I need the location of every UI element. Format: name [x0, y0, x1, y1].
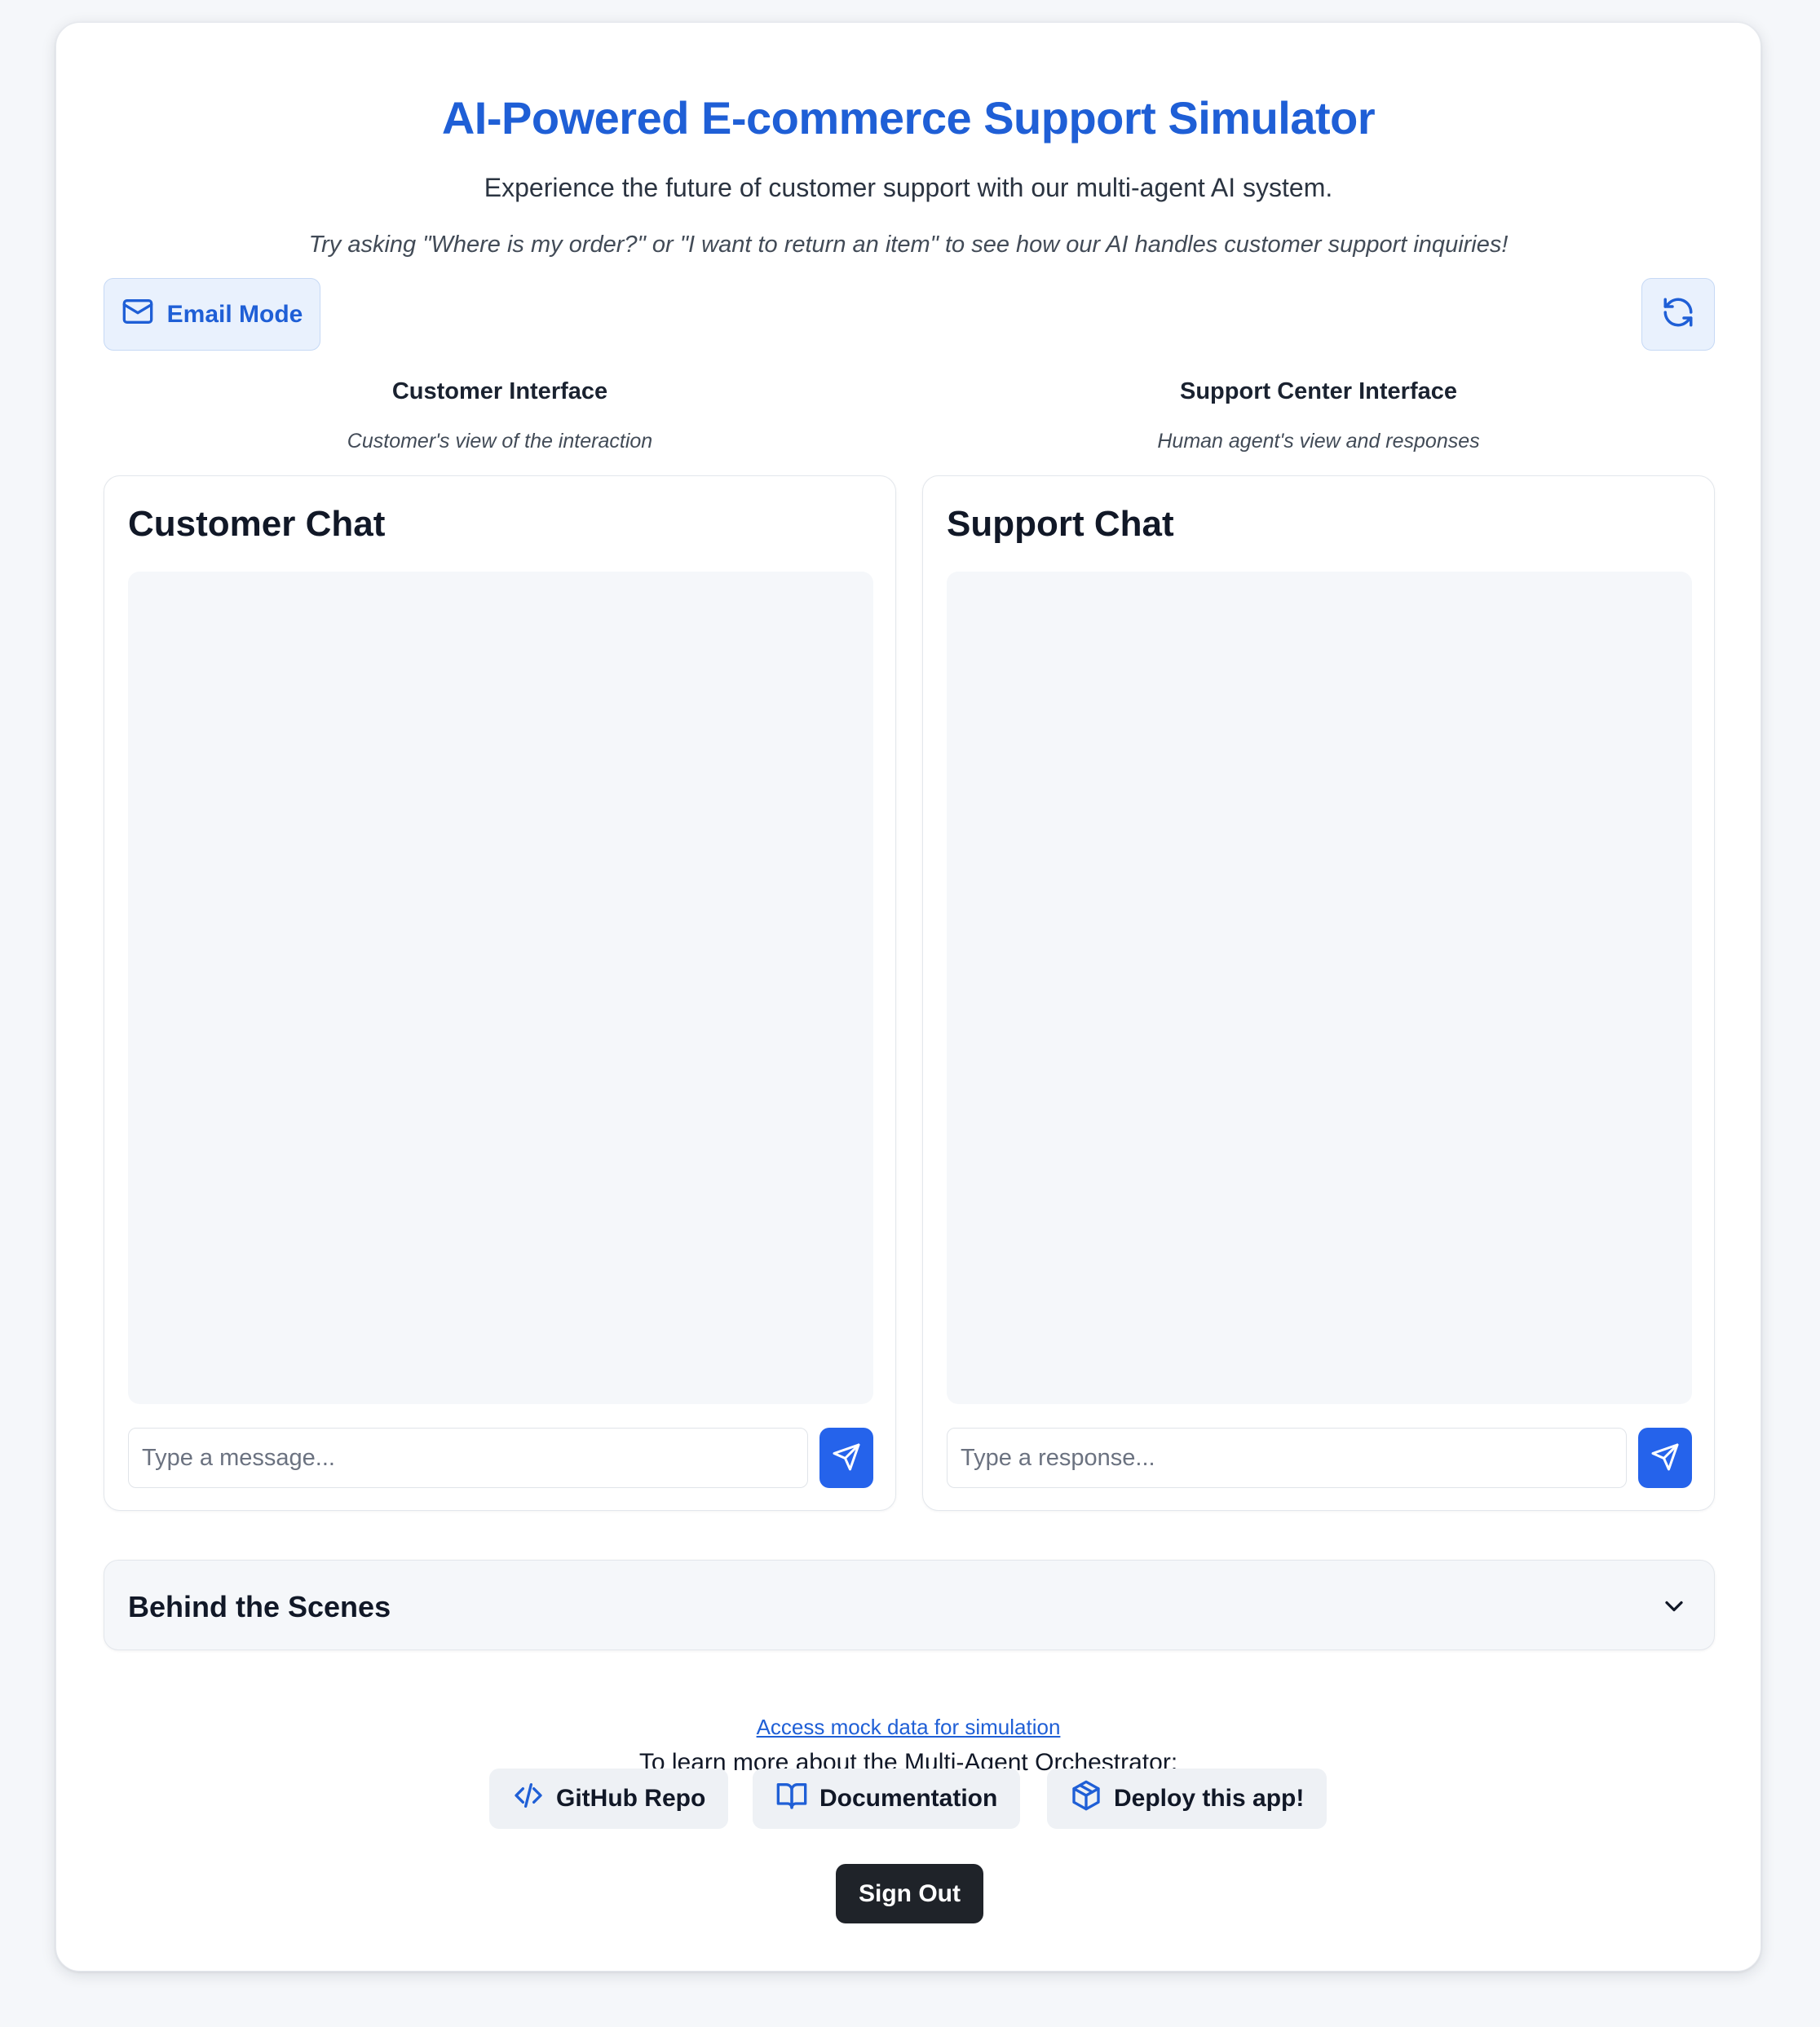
- documentation-label: Documentation: [819, 1785, 998, 1812]
- support-chat-panel: Support Chat: [922, 475, 1715, 1511]
- behind-the-scenes-toggle[interactable]: Behind the Scenes: [104, 1560, 1715, 1650]
- email-mode-label: Email Mode: [166, 300, 303, 328]
- deploy-app-label: Deploy this app!: [1114, 1785, 1305, 1812]
- support-interface-header: Support Center Interface Human agent's v…: [922, 378, 1715, 453]
- email-mode-button[interactable]: Email Mode: [104, 278, 320, 351]
- github-repo-label: GitHub Repo: [556, 1785, 706, 1812]
- support-send-button[interactable]: [1638, 1428, 1692, 1488]
- support-chat-title: Support Chat: [947, 504, 1174, 544]
- page-subtitle: Experience the future of customer suppor…: [484, 173, 1333, 202]
- customer-interface-header: Customer Interface Customer's view of th…: [104, 378, 896, 453]
- mock-data-link[interactable]: Access mock data for simulation: [56, 1715, 1760, 1740]
- behind-the-scenes-label: Behind the Scenes: [128, 1590, 391, 1623]
- support-message-list[interactable]: [947, 572, 1692, 1404]
- customer-interface-heading: Customer Interface: [391, 378, 608, 404]
- customer-send-button[interactable]: [819, 1428, 873, 1488]
- sign-out-button[interactable]: Sign Out: [836, 1864, 983, 1923]
- package-icon: [1070, 1779, 1102, 1818]
- send-icon: [1650, 1442, 1680, 1474]
- customer-chat-title: Customer Chat: [128, 504, 386, 544]
- support-interface-caption: Human agent's view and responses: [1157, 430, 1480, 453]
- chevron-down-icon: [1659, 1592, 1689, 1625]
- customer-message-input[interactable]: [128, 1428, 808, 1488]
- main-card: AI-Powered E-commerce Support Simulator …: [55, 22, 1761, 1972]
- code-icon: [512, 1779, 545, 1818]
- customer-interface-caption: Customer's view of the interaction: [347, 430, 653, 453]
- support-interface-heading: Support Center Interface: [1180, 378, 1457, 404]
- customer-chat-panel: Customer Chat: [104, 475, 896, 1511]
- deploy-app-button[interactable]: Deploy this app!: [1047, 1769, 1327, 1829]
- mail-icon: [121, 295, 154, 334]
- page-title: AI-Powered E-commerce Support Simulator: [441, 92, 1376, 144]
- github-repo-button[interactable]: GitHub Repo: [489, 1769, 729, 1829]
- support-response-input[interactable]: [947, 1428, 1627, 1488]
- refresh-button[interactable]: [1641, 278, 1715, 351]
- documentation-button[interactable]: Documentation: [753, 1769, 1021, 1829]
- book-icon: [775, 1779, 808, 1818]
- customer-message-list[interactable]: [128, 572, 873, 1404]
- send-icon: [832, 1442, 861, 1474]
- usage-hint: Try asking "Where is my order?" or "I wa…: [308, 232, 1509, 258]
- refresh-icon: [1661, 295, 1695, 333]
